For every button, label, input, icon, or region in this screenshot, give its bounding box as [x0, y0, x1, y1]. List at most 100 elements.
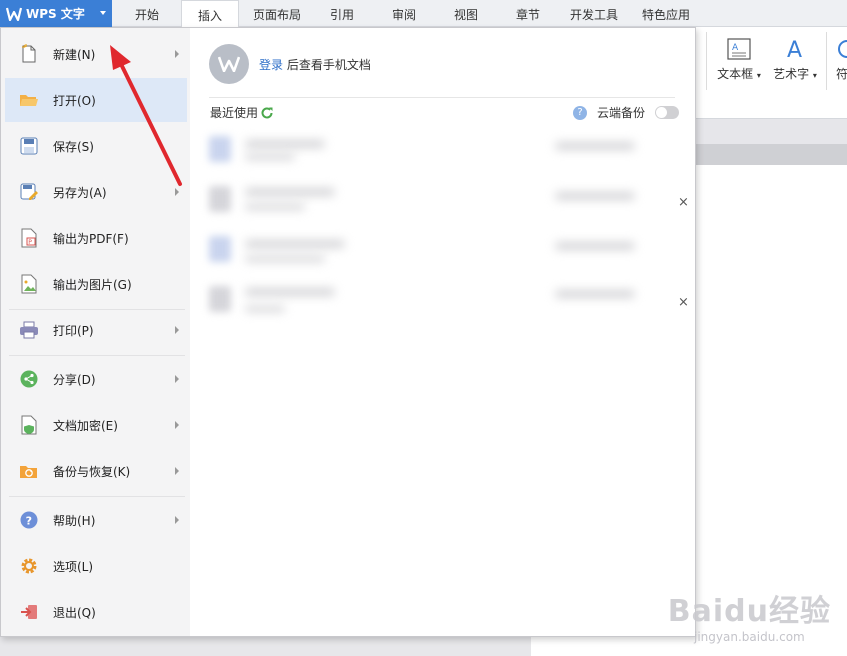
- cloud-backup-label: 云端备份: [597, 106, 646, 120]
- symbol-button[interactable]: 符: [832, 38, 847, 82]
- menu-item-label: 打印(P): [53, 323, 94, 338]
- menu-item-backup-restore[interactable]: 备份与恢复(K): [5, 449, 187, 493]
- submenu-arrow-icon: [175, 188, 179, 196]
- menu-item-save[interactable]: 保存(S): [5, 124, 187, 168]
- save-as-icon: [19, 182, 39, 202]
- symbol-label: 符: [835, 67, 847, 81]
- help-icon: ?: [19, 510, 39, 530]
- ribbon-separator: [826, 32, 827, 90]
- submenu-arrow-icon: [175, 50, 179, 58]
- svg-text:A: A: [787, 38, 802, 60]
- tab-review[interactable]: 审阅: [380, 0, 428, 27]
- ribbon-separator: [706, 32, 707, 90]
- file-menu-panel: 新建(N) 打开(O) 保存(S) 另存为(A) P 输出为PDF(F) 输出为…: [0, 27, 696, 637]
- recent-label: 最近使用: [210, 106, 259, 120]
- menu-item-label: 输出为PDF(F): [53, 231, 129, 246]
- file-icon: [209, 236, 231, 262]
- menu-divider: [9, 496, 185, 497]
- wps-app-menu-label: WPS 文字: [26, 7, 85, 21]
- menu-item-label: 输出为图片(G): [53, 277, 132, 292]
- watermark-url: jingyan.baidu.com: [694, 630, 805, 644]
- tab-view[interactable]: 视图: [442, 0, 490, 27]
- submenu-arrow-icon: [175, 467, 179, 475]
- section-divider: [209, 97, 675, 98]
- menu-item-export-image[interactable]: 输出为图片(G): [5, 262, 187, 306]
- login-prompt-text: 后查看手机文档: [283, 58, 371, 72]
- list-item[interactable]: [205, 228, 675, 278]
- image-export-icon: [19, 274, 39, 294]
- save-icon: [19, 136, 39, 156]
- watermark-brand: Baidu经验: [667, 594, 831, 629]
- menu-item-label: 帮助(H): [53, 513, 96, 528]
- document-lock-icon: [19, 415, 39, 435]
- menu-item-options[interactable]: 选项(L): [5, 544, 187, 588]
- menu-item-export-pdf[interactable]: P 输出为PDF(F): [5, 216, 187, 260]
- login-link[interactable]: 登录: [259, 58, 283, 72]
- submenu-arrow-icon: [175, 421, 179, 429]
- wordart-icon: A: [787, 38, 802, 63]
- list-item[interactable]: [205, 128, 675, 178]
- tab-references[interactable]: 引用: [318, 0, 366, 27]
- tab-developer-tools[interactable]: 开发工具: [562, 0, 626, 27]
- file-menu-list: 新建(N) 打开(O) 保存(S) 另存为(A) P 输出为PDF(F) 输出为…: [1, 28, 190, 636]
- menu-item-exit[interactable]: 退出(Q): [5, 590, 187, 634]
- cloud-backup-row: ? 云端备份: [573, 104, 680, 121]
- menu-item-encrypt[interactable]: 文档加密(E): [5, 403, 187, 447]
- close-icon[interactable]: ×: [678, 295, 689, 310]
- submenu-arrow-icon: [175, 326, 179, 334]
- svg-text:A: A: [732, 43, 739, 53]
- svg-text:?: ?: [26, 515, 32, 528]
- menu-divider: [9, 355, 185, 356]
- svg-text:P: P: [28, 239, 32, 246]
- menu-item-label: 文档加密(E): [53, 418, 118, 433]
- exit-icon: [19, 602, 39, 622]
- avatar[interactable]: [209, 44, 249, 84]
- backup-folder-icon: [19, 461, 39, 481]
- watermark: Baidu经验 jingyan.baidu.com: [668, 586, 831, 644]
- menu-item-open[interactable]: 打开(O): [5, 78, 187, 122]
- menu-item-label: 分享(D): [53, 372, 96, 387]
- menu-item-share[interactable]: 分享(D): [5, 357, 187, 401]
- tab-special-features[interactable]: 特色应用: [634, 0, 698, 27]
- menu-item-help[interactable]: ? 帮助(H): [5, 498, 187, 542]
- menu-item-new[interactable]: 新建(N): [5, 32, 187, 76]
- login-prompt: 登录 后查看手机文档: [259, 56, 371, 73]
- gear-icon: [19, 556, 39, 576]
- close-icon[interactable]: ×: [678, 195, 689, 210]
- chevron-down-icon: [100, 11, 106, 15]
- refresh-icon[interactable]: [260, 106, 274, 120]
- caret-down-icon: ▾: [812, 71, 817, 80]
- list-item[interactable]: [205, 178, 675, 228]
- help-icon[interactable]: ?: [573, 105, 587, 120]
- recent-header: 最近使用: [210, 104, 274, 121]
- menu-item-label: 另存为(A): [53, 185, 107, 200]
- textbox-button[interactable]: A 文本框 ▾: [714, 38, 764, 82]
- file-icon: [209, 136, 231, 162]
- list-item[interactable]: [205, 278, 675, 328]
- wps-avatar-logo-icon: [218, 56, 240, 72]
- menu-item-label: 打开(O): [53, 93, 96, 108]
- menu-item-label: 新建(N): [53, 47, 96, 62]
- file-icon: [209, 186, 231, 212]
- ribbon-tab-bar: WPS 文字 开始 插入 页面布局 引用 审阅 视图 章节 开发工具 特色应用: [0, 0, 847, 28]
- cloud-backup-toggle[interactable]: [655, 106, 680, 119]
- file-icon: [209, 286, 231, 312]
- tab-insert[interactable]: 插入: [181, 0, 239, 28]
- menu-item-label: 备份与恢复(K): [53, 464, 131, 479]
- printer-icon: [19, 320, 39, 340]
- new-document-icon: [19, 44, 39, 64]
- tab-chapter[interactable]: 章节: [504, 0, 552, 27]
- menu-item-print[interactable]: 打印(P): [5, 308, 187, 352]
- wps-logo-icon: [6, 7, 22, 21]
- symbol-icon: [838, 40, 847, 58]
- ruler-strip: [696, 119, 847, 144]
- tab-page-layout[interactable]: 页面布局: [246, 0, 308, 27]
- menu-item-save-as[interactable]: 另存为(A): [5, 170, 187, 214]
- wps-app-menu-button[interactable]: WPS 文字: [0, 0, 112, 27]
- textbox-label: 文本框: [717, 67, 754, 81]
- submenu-arrow-icon: [175, 375, 179, 383]
- wordart-button[interactable]: A 艺术字 ▾: [770, 38, 820, 82]
- submenu-arrow-icon: [175, 516, 179, 524]
- tab-home[interactable]: 开始: [122, 0, 172, 27]
- menu-item-label: 选项(L): [53, 559, 94, 574]
